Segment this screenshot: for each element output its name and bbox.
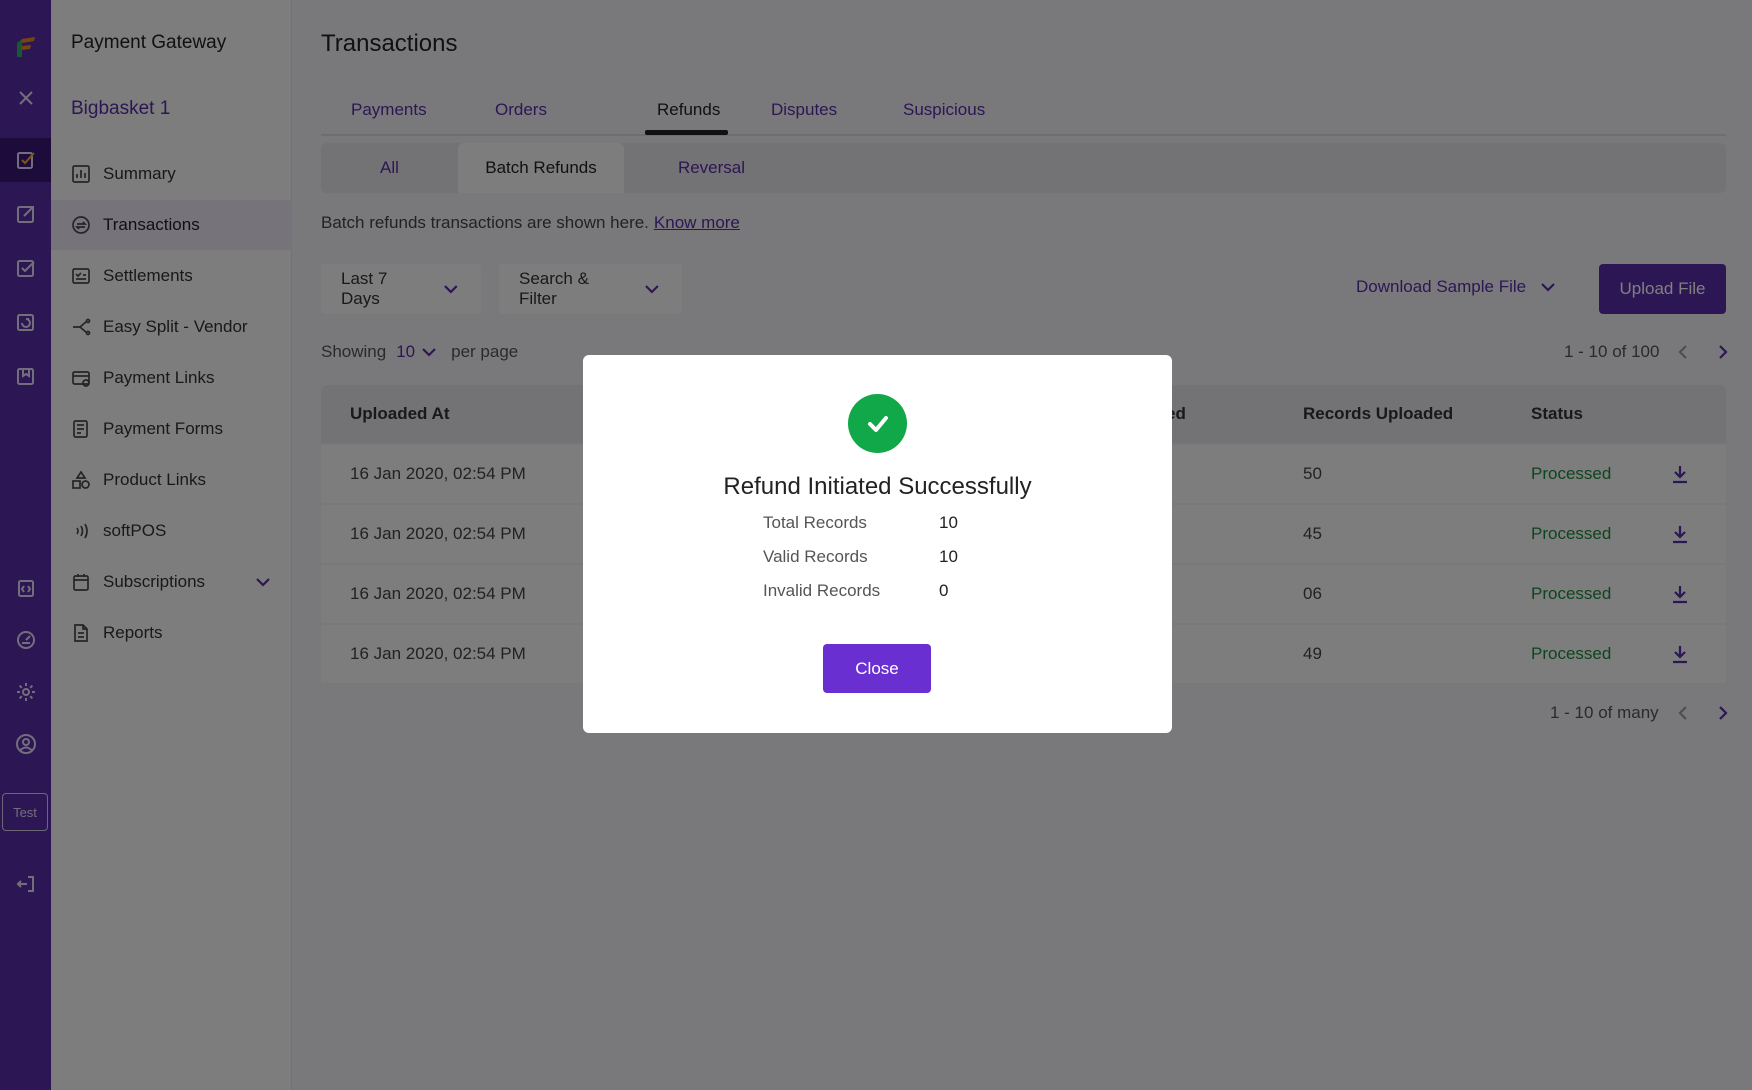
refund-success-modal: Refund Initiated Successfully Total Reco… [583, 355, 1172, 733]
stat-label: Total Records [763, 513, 867, 532]
stat-value: 0 [939, 581, 949, 600]
stat-value: 10 [939, 547, 958, 566]
modal-title: Refund Initiated Successfully [723, 473, 1032, 500]
stat-label: Valid Records [763, 547, 868, 566]
stat-label: Invalid Records [763, 581, 881, 600]
stat-value: 10 [939, 513, 958, 532]
close-button[interactable]: Close [823, 644, 931, 693]
success-check-icon [848, 394, 907, 453]
